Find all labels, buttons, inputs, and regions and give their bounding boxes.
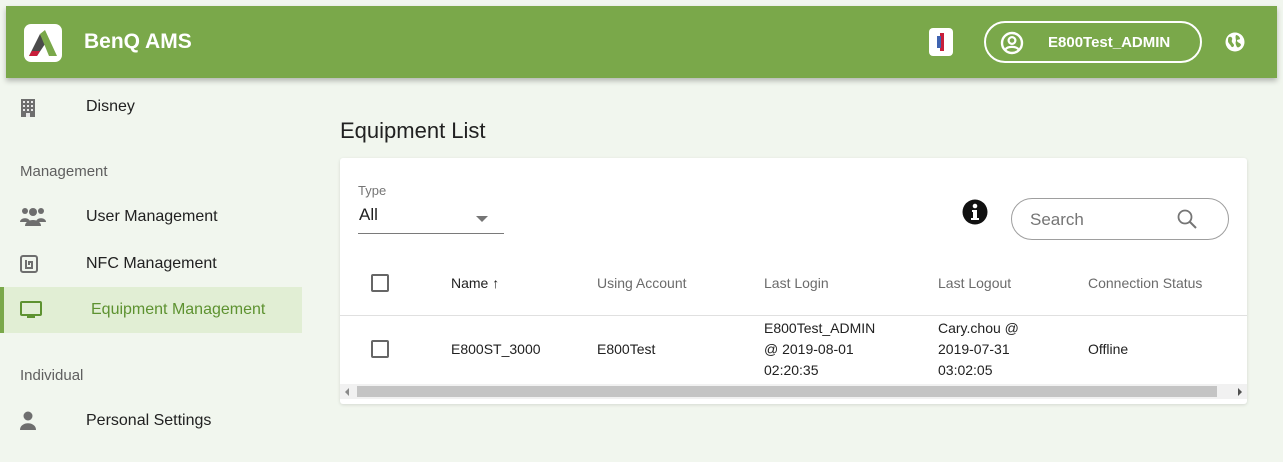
cell-last-logout-line: 2019-07-31: [938, 341, 1010, 357]
cell-using-account: E800Test: [597, 341, 656, 357]
nfc-icon: [20, 255, 38, 273]
globe-icon[interactable]: [1225, 32, 1245, 52]
search-icon[interactable]: [1176, 208, 1198, 230]
monitor-icon: [20, 301, 42, 318]
type-filter-value: All: [359, 205, 378, 224]
building-icon: [21, 99, 35, 117]
sidebar-item-label: Equipment Management: [91, 301, 266, 318]
users-icon: [20, 208, 46, 226]
scroll-right-icon[interactable]: [1238, 388, 1242, 396]
chevron-down-icon: [476, 216, 488, 222]
select-all-checkbox[interactable]: [371, 274, 389, 292]
app-logo[interactable]: [24, 24, 62, 62]
cell-last-logout-line: 03:02:05: [938, 362, 993, 378]
search-box[interactable]: [1011, 198, 1229, 240]
column-header-using-account[interactable]: Using Account: [597, 275, 687, 291]
equipment-card: Type All Name ↑ Using Account Last Login…: [340, 158, 1247, 404]
page-title: Equipment List: [340, 118, 486, 143]
cell-last-logout: Cary.chou @ 2019-07-31 03:02:05: [938, 318, 1019, 381]
cell-last-login-line: E800Test_ADMIN: [764, 320, 876, 336]
column-header-connection-status[interactable]: Connection Status: [1088, 275, 1202, 291]
sidebar-org-label: Disney: [86, 98, 135, 115]
column-header-last-logout[interactable]: Last Logout: [938, 275, 1011, 291]
info-icon[interactable]: [962, 199, 988, 225]
app-header: BenQ AMS E800Test_ADMIN: [6, 6, 1277, 78]
scrollbar-thumb[interactable]: [357, 386, 1217, 397]
row-divider: [340, 315, 1247, 316]
sidebar-item-label: User Management: [86, 208, 218, 225]
sidebar-section-management: Management: [20, 163, 108, 180]
cell-last-logout-line: Cary.chou @: [938, 320, 1019, 336]
account-name: E800Test_ADMIN: [1048, 34, 1171, 51]
logo-icon: [29, 30, 57, 56]
cell-name: E800ST_3000: [451, 341, 541, 357]
sidebar-item-nfc-management[interactable]: NFC Management: [0, 241, 302, 287]
sidebar-section-individual: Individual: [20, 367, 84, 384]
cell-last-login-line: @ 2019-08-01: [764, 341, 854, 357]
alert-icon[interactable]: [929, 28, 953, 56]
sidebar-org[interactable]: Disney: [0, 84, 302, 130]
column-header-last-login[interactable]: Last Login: [764, 275, 829, 291]
cell-last-login-line: 02:20:35: [764, 362, 819, 378]
type-filter-label: Type: [358, 183, 387, 198]
sidebar-item-user-management[interactable]: User Management: [0, 194, 302, 240]
cell-connection-status: Offline: [1088, 341, 1129, 357]
sidebar-item-equipment-management[interactable]: Equipment Management: [0, 287, 302, 333]
account-avatar-icon: [1000, 31, 1024, 55]
scroll-left-icon[interactable]: [345, 388, 349, 396]
app-title: BenQ AMS: [84, 30, 192, 53]
row-checkbox[interactable]: [371, 340, 389, 358]
search-input[interactable]: [1030, 209, 1170, 231]
sidebar-item-label: NFC Management: [86, 255, 217, 272]
column-header-name[interactable]: Name ↑: [451, 275, 499, 291]
person-icon: [20, 411, 36, 430]
horizontal-scrollbar[interactable]: [340, 384, 1247, 399]
type-filter-select[interactable]: All: [358, 202, 504, 234]
sidebar-item-label: Personal Settings: [86, 412, 212, 429]
account-button[interactable]: E800Test_ADMIN: [984, 21, 1202, 63]
cell-last-login: E800Test_ADMIN @ 2019-08-01 02:20:35: [764, 318, 875, 381]
sidebar-item-personal-settings[interactable]: Personal Settings: [0, 398, 302, 444]
